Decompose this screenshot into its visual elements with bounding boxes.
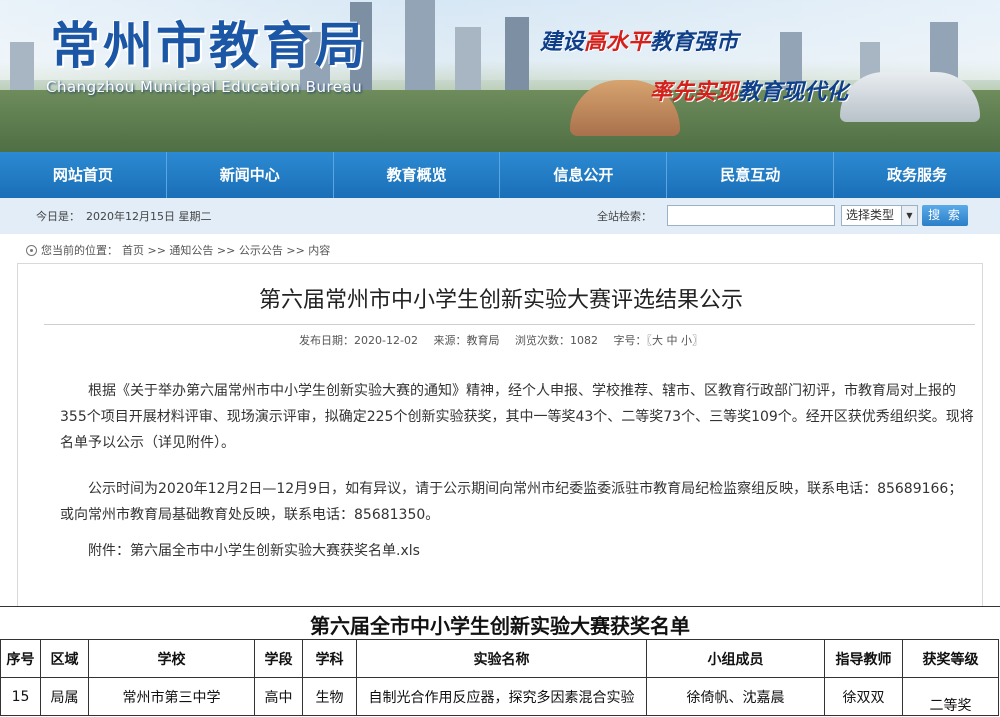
banner-stadium bbox=[840, 72, 980, 122]
breadcrumb: 您当前的位置： 首页 >> 通知公告 >> 公示公告 >> 内容 bbox=[26, 240, 330, 260]
type-select[interactable]: 选择类型 ▼ bbox=[841, 205, 918, 226]
table-cell: 徐双双 bbox=[824, 677, 903, 716]
article-title: 第六届常州市中小学生创新实验大赛评选结果公示 bbox=[258, 288, 743, 313]
table-cell: 自制光合作用反应器，探究多因素混合实验 bbox=[356, 677, 647, 716]
table-cell: 局属 bbox=[40, 677, 89, 716]
search-input[interactable] bbox=[667, 205, 835, 226]
table-cell: 生物 bbox=[302, 677, 357, 716]
slogan-1-post: 教育强市 bbox=[650, 30, 739, 55]
today-date: 2020年12月15日 星期二 bbox=[86, 210, 212, 223]
nav-item-services[interactable]: 政务服务 bbox=[834, 152, 1000, 198]
info-bar: 今日是： 2020年12月15日 星期二 全站检索： 选择类型 ▼ 搜 索 bbox=[0, 198, 1000, 234]
award-sheet: 第六届全市中小学生创新实验大赛获奖名单 序号 区域 学校 学段 学科 实验名称 … bbox=[0, 606, 1000, 717]
nav-item-overview[interactable]: 教育概览 bbox=[334, 152, 501, 198]
table-cell: 常州市第三中学 bbox=[88, 677, 255, 716]
chevron-down-icon: ▼ bbox=[901, 206, 917, 225]
slogan-2-post: 教育现代化 bbox=[738, 80, 849, 105]
table-cell: 15 bbox=[0, 677, 41, 716]
table-cell: 高中 bbox=[254, 677, 303, 716]
nav-item-interaction[interactable]: 民意互动 bbox=[667, 152, 835, 198]
slogan-1: 建设高水平教育强市 bbox=[540, 24, 738, 56]
site-banner: 常州市教育局 Changzhou Municipal Education Bur… bbox=[0, 0, 1000, 152]
search-label: 全站检索： bbox=[597, 210, 652, 223]
slogan-2-highlight: 率先实现 bbox=[650, 80, 739, 105]
main-nav: 网站首页 新闻中心 教育概览 信息公开 民意互动 政务服务 bbox=[0, 152, 1000, 198]
col-header: 序号 bbox=[0, 639, 41, 678]
col-header: 学科 bbox=[302, 639, 357, 678]
table-cell: 二等奖 bbox=[902, 677, 999, 716]
sheet-title: 第六届全市中小学生创新实验大赛获奖名单 bbox=[310, 614, 690, 638]
col-header: 获奖等级 bbox=[902, 639, 999, 678]
col-header: 指导教师 bbox=[824, 639, 903, 678]
table-header-row: 序号 区域 学校 学段 学科 实验名称 小组成员 指导教师 获奖等级 bbox=[0, 639, 999, 678]
title-divider bbox=[44, 324, 975, 325]
article-paragraph-1: 根据《关于举办第六届常州市中小学生创新实验大赛的通知》精神，经个人申报、学校推荐… bbox=[60, 383, 974, 451]
table-cell: 徐倚帆、沈嘉晨 bbox=[646, 677, 825, 716]
meta-font-size[interactable]: 字号：〖大 中 小〗 bbox=[613, 334, 703, 347]
meta-date: 发布日期：2020-12-02 bbox=[299, 334, 418, 347]
col-header: 区域 bbox=[40, 639, 89, 678]
meta-source: 来源：教育局 bbox=[433, 334, 500, 347]
slogan-2: 率先实现教育现代化 bbox=[650, 74, 848, 106]
col-header: 实验名称 bbox=[356, 639, 647, 678]
nav-item-home[interactable]: 网站首页 bbox=[0, 152, 167, 198]
table-row: 15 局属 常州市第三中学 高中 生物 自制光合作用反应器，探究多因素混合实验 … bbox=[0, 677, 999, 716]
slogan-1-highlight: 高水平 bbox=[584, 30, 651, 55]
article-paragraph-2: 公示时间为2020年12月2日—12月9日，如有异议，请于公示期间向常州市纪委监… bbox=[60, 481, 963, 523]
nav-item-news[interactable]: 新闻中心 bbox=[167, 152, 334, 198]
type-select-value: 选择类型 bbox=[846, 208, 895, 222]
today-label: 今日是： bbox=[36, 210, 80, 223]
nav-item-disclosure[interactable]: 信息公开 bbox=[500, 152, 668, 198]
col-header: 学校 bbox=[88, 639, 255, 678]
breadcrumb-path[interactable]: 首页 >> 通知公告 >> 公示公告 >> 内容 bbox=[122, 242, 330, 258]
breadcrumb-prefix: 您当前的位置： bbox=[41, 244, 118, 257]
col-header: 小组成员 bbox=[646, 639, 825, 678]
award-table: 序号 区域 学校 学段 学科 实验名称 小组成员 指导教师 获奖等级 15 局属… bbox=[0, 639, 999, 716]
search-button[interactable]: 搜 索 bbox=[922, 205, 968, 226]
site-title: 常州市教育局 bbox=[50, 16, 368, 75]
slogan-1-pre: 建设 bbox=[540, 30, 585, 55]
location-icon bbox=[26, 244, 37, 256]
col-header: 学段 bbox=[254, 639, 303, 678]
article-meta: 发布日期：2020-12-02 来源：教育局 浏览次数：1082 字号：〖大 中… bbox=[18, 332, 984, 348]
attachment-link[interactable]: 附件：第六届全市中小学生创新实验大赛获奖名单.xls bbox=[60, 538, 975, 564]
site-title-english: Changzhou Municipal Education Bureau bbox=[46, 78, 363, 96]
meta-views: 浏览次数：1082 bbox=[514, 334, 598, 347]
